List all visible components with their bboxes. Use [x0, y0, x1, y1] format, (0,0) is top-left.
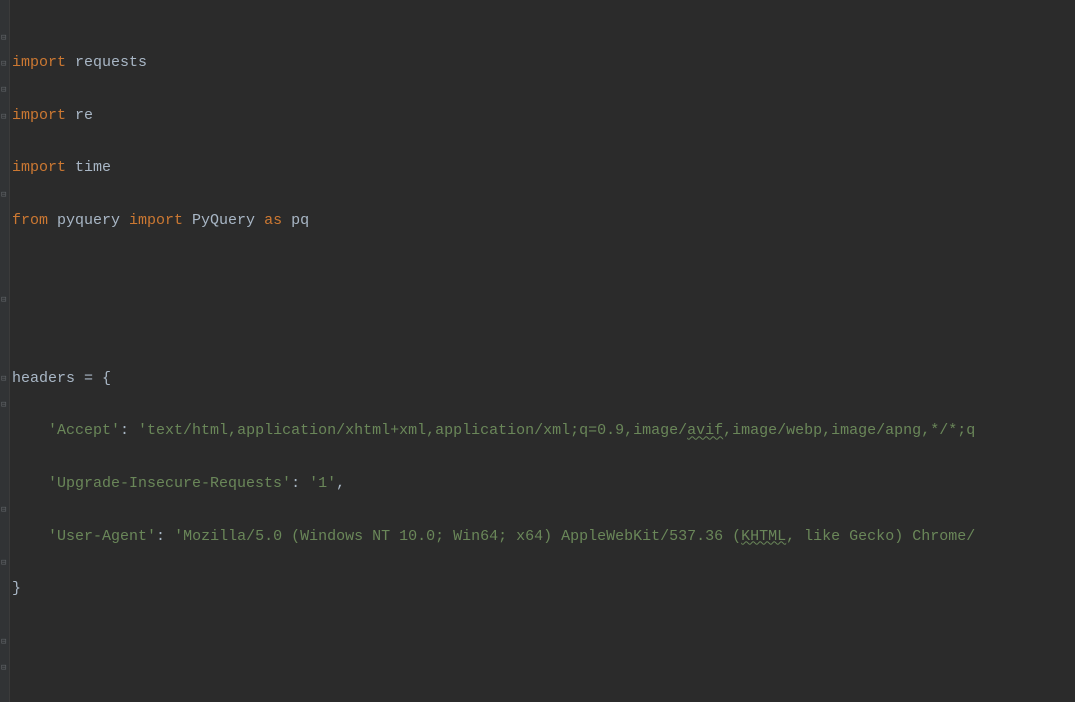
fold-mark[interactable]: ⊟	[1, 655, 8, 662]
keyword-import: import	[12, 54, 66, 71]
assignment: headers = {	[12, 370, 111, 387]
indent	[12, 475, 48, 492]
code-line: import requests	[12, 50, 1075, 76]
fold-mark[interactable]: ⊟	[1, 497, 8, 504]
empty-line	[12, 681, 1075, 702]
code-line: }	[12, 576, 1075, 602]
dict-key: 'User-Agent'	[48, 528, 156, 545]
module-name: requests	[66, 54, 147, 71]
colon: :	[120, 422, 138, 439]
keyword-import: import	[129, 212, 183, 229]
code-line: 'Upgrade-Insecure-Requests': '1',	[12, 471, 1075, 497]
keyword-as: as	[264, 212, 282, 229]
indent	[12, 422, 48, 439]
code-line: headers = {	[12, 366, 1075, 392]
empty-line	[12, 261, 1075, 287]
module-name: re	[66, 107, 93, 124]
code-line: 'User-Agent': 'Mozilla/5.0 (Windows NT 1…	[12, 524, 1075, 550]
colon: :	[291, 475, 309, 492]
dict-key: 'Accept'	[48, 422, 120, 439]
module-name: pyquery	[48, 212, 129, 229]
brace-close: }	[12, 580, 21, 597]
empty-line	[12, 313, 1075, 339]
fold-mark[interactable]: ⊟	[1, 550, 8, 557]
gutter: ⊟ ⊟ ⊟ ⊟ ⊟ ⊟ ⊟ ⊟ ⊟ ⊟ ⊟ ⊟	[0, 0, 10, 702]
fold-mark[interactable]: ⊟	[1, 287, 8, 294]
typo-underline: KHTML	[741, 528, 786, 545]
fold-mark[interactable]: ⊟	[1, 25, 8, 32]
keyword-import: import	[12, 159, 66, 176]
fold-mark[interactable]: ⊟	[1, 366, 8, 373]
fold-mark[interactable]: ⊟	[1, 51, 8, 58]
colon: :	[156, 528, 174, 545]
module-name: time	[66, 159, 111, 176]
fold-mark[interactable]: ⊟	[1, 77, 8, 84]
comma: ,	[336, 475, 345, 492]
string-literal: 'Mozilla/5.0 (Windows NT 10.0; Win64; x6…	[174, 528, 741, 545]
string-literal: '1'	[309, 475, 336, 492]
string-literal: 'text/html,application/xhtml+xml,applica…	[138, 422, 687, 439]
empty-line	[12, 629, 1075, 655]
dict-key: 'Upgrade-Insecure-Requests'	[48, 475, 291, 492]
keyword-from: from	[12, 212, 48, 229]
code-line: import re	[12, 103, 1075, 129]
code-editor[interactable]: import requests import re import time fr…	[10, 0, 1075, 702]
fold-mark[interactable]: ⊟	[1, 104, 8, 111]
fold-mark[interactable]: ⊟	[1, 392, 8, 399]
fold-mark[interactable]: ⊟	[1, 182, 8, 189]
code-line: import time	[12, 155, 1075, 181]
alias-name: pq	[282, 212, 309, 229]
keyword-import: import	[12, 107, 66, 124]
string-literal: ,image/webp,image/apng,*/*;q	[723, 422, 975, 439]
typo-underline: avif	[687, 422, 723, 439]
code-line: from pyquery import PyQuery as pq	[12, 208, 1075, 234]
indent	[12, 528, 48, 545]
module-name: PyQuery	[183, 212, 264, 229]
string-literal: , like Gecko) Chrome/	[786, 528, 975, 545]
fold-mark[interactable]: ⊟	[1, 629, 8, 636]
code-line: 'Accept': 'text/html,application/xhtml+x…	[12, 418, 1075, 444]
